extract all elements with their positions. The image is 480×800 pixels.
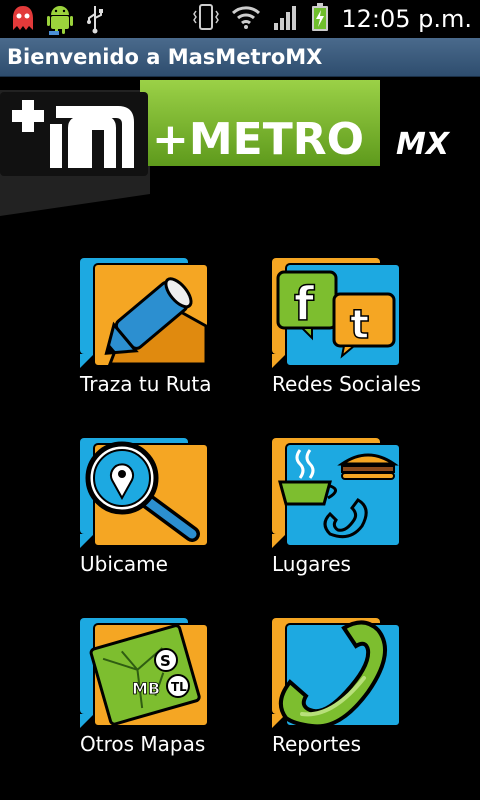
app-banner: +METRO MX [0, 76, 480, 216]
menu-item-ubicame[interactable]: Ubicame [80, 438, 270, 598]
banner-suffix: MX [396, 127, 451, 162]
wifi-icon [231, 4, 261, 34]
usb-icon [84, 4, 106, 38]
svg-text:MB: MB [132, 679, 160, 698]
signal-icon [273, 3, 299, 35]
battery-charging-icon [311, 2, 329, 36]
magnifier-location-icon [80, 438, 209, 548]
menu-item-redes-sociales[interactable]: f t Redes Sociales [272, 258, 462, 418]
android-icon [46, 3, 74, 39]
window-title: Bienvenido a MasMetroMX [7, 45, 323, 69]
notification-ghost-icon [10, 4, 36, 38]
menu-label: Lugares [272, 552, 351, 576]
menu-label: Traza tu Ruta [80, 372, 212, 396]
transit-map-icon: S TL MB [80, 618, 209, 728]
menu-item-otros-mapas[interactable]: S TL MB Otros Mapas [80, 618, 270, 778]
status-bar: 12:05 p.m. [0, 0, 480, 38]
banner-wordmark: +METRO [152, 114, 364, 165]
svg-text:t: t [350, 302, 369, 348]
facebook-twitter-icon: f t [272, 258, 401, 368]
status-clock: 12:05 p.m. [341, 5, 472, 33]
masmetro-logo: +METRO MX [0, 80, 451, 216]
svg-text:S: S [160, 652, 171, 670]
coffee-burger-phone-icon [272, 438, 401, 548]
menu-item-reportes[interactable]: Reportes [272, 618, 462, 778]
menu-label: Otros Mapas [80, 732, 206, 756]
menu-item-lugares[interactable]: Lugares [272, 438, 462, 598]
menu-label: Ubicame [80, 552, 168, 576]
svg-text:TL: TL [171, 680, 187, 694]
vibrate-icon [193, 2, 220, 36]
menu-label: Redes Sociales [272, 372, 422, 396]
pencil-map-icon [80, 258, 209, 368]
phone-icon [272, 618, 401, 728]
svg-text:f: f [294, 277, 315, 331]
menu-label: Reportes [272, 732, 362, 756]
menu-item-traza-tu-ruta[interactable]: Traza tu Ruta [80, 258, 270, 418]
title-bar: Bienvenido a MasMetroMX [0, 38, 480, 77]
